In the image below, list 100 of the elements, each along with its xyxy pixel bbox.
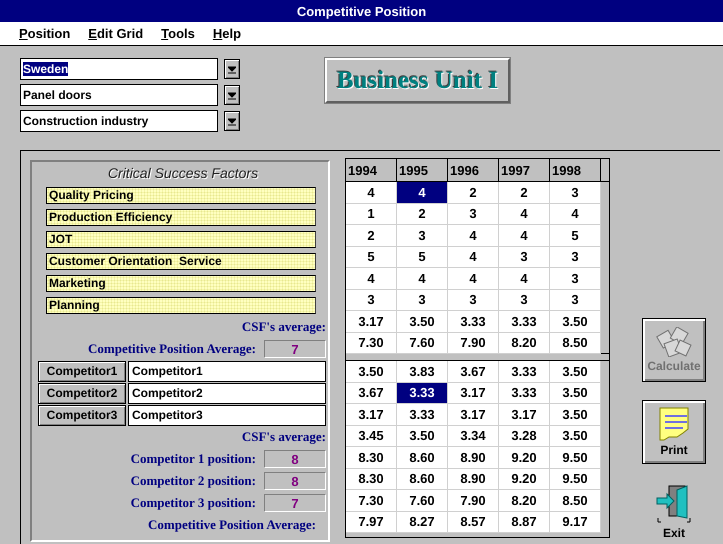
grid-cell[interactable]: 3.45 [346, 426, 397, 447]
grid-cell[interactable]: 3.17 [448, 404, 499, 426]
dropdown-button[interactable] [224, 111, 240, 131]
grid-cell[interactable]: 3 [499, 246, 550, 268]
grid-cell[interactable]: 7.30 [346, 490, 397, 512]
grid-cell[interactable]: 8.87 [499, 512, 550, 533]
grid-cell[interactable]: 9.20 [499, 468, 550, 490]
grid-cell[interactable]: 3 [448, 204, 499, 225]
competitor-button[interactable]: Competitor2 [38, 382, 126, 404]
grid-cell[interactable]: 3 [550, 182, 601, 204]
grid-cell[interactable]: 4 [346, 268, 397, 290]
grid-cell[interactable]: 3.17 [448, 382, 499, 404]
grid-cell[interactable]: 3.67 [346, 382, 397, 404]
grid-cell[interactable]: 7.60 [397, 332, 448, 354]
grid-cell[interactable]: 3.50 [550, 382, 601, 404]
grid-cell[interactable]: 3.50 [346, 361, 397, 382]
grid-cell[interactable]: 8.20 [499, 332, 550, 354]
grid-cell[interactable]: 4 [346, 182, 397, 204]
grid-cell[interactable]: 1 [346, 204, 397, 225]
grid-cell[interactable]: 3.33 [397, 404, 448, 426]
factor-field[interactable]: Customer Orientation Service [46, 252, 316, 270]
grid-cell[interactable]: 8.60 [397, 468, 448, 490]
grid-cell[interactable]: 5 [397, 246, 448, 268]
grid-cell[interactable]: 4 [448, 225, 499, 246]
print-button[interactable]: Print [642, 400, 706, 464]
factor-field[interactable]: Marketing [46, 274, 316, 292]
grid-cell[interactable]: 8.90 [448, 468, 499, 490]
competitor-field[interactable]: Competitor2 [128, 382, 326, 404]
grid-cell[interactable]: 3.33 [499, 382, 550, 404]
grid-cell[interactable]: 3.50 [397, 311, 448, 332]
grid-cell[interactable]: 3.17 [346, 311, 397, 332]
grid-cell[interactable]: 8.30 [346, 468, 397, 490]
competitor-field[interactable]: Competitor1 [128, 360, 326, 382]
grid-cell[interactable]: 4 [448, 268, 499, 290]
grid-cell[interactable]: 3.28 [499, 426, 550, 447]
grid-cell[interactable]: 4 [499, 225, 550, 246]
grid-cell[interactable]: 2 [448, 182, 499, 204]
grid-cell[interactable]: 3.50 [397, 426, 448, 447]
factor-field[interactable]: JOT [46, 230, 316, 248]
grid-cell[interactable]: 8.20 [499, 490, 550, 512]
exit-button[interactable]: Exit [642, 482, 706, 542]
competitor-field[interactable]: Competitor3 [128, 404, 326, 426]
dropdown-button[interactable] [224, 85, 240, 105]
grid-cell[interactable]: 3.33 [397, 382, 448, 404]
grid-cell[interactable]: 8.90 [448, 447, 499, 468]
grid-cell[interactable]: 2 [346, 225, 397, 246]
grid-cell[interactable]: 3.50 [550, 404, 601, 426]
grid-cell[interactable]: 7.90 [448, 490, 499, 512]
grid-cell[interactable]: 3 [448, 290, 499, 311]
grid-cell[interactable]: 3.17 [346, 404, 397, 426]
grid-cell[interactable]: 4 [397, 182, 448, 204]
grid-cell[interactable]: 9.50 [550, 447, 601, 468]
grid-cell[interactable]: 7.97 [346, 512, 397, 533]
grid-cell[interactable]: 4 [397, 268, 448, 290]
grid-cell[interactable]: 9.17 [550, 512, 601, 533]
grid-cell[interactable]: 5 [550, 225, 601, 246]
grid-cell[interactable]: 7.60 [397, 490, 448, 512]
factor-field[interactable]: Planning [46, 296, 316, 314]
grid-cell[interactable]: 2 [397, 204, 448, 225]
competitor-button[interactable]: Competitor1 [38, 360, 126, 382]
grid-cell[interactable]: 3.50 [550, 426, 601, 447]
grid-cell[interactable]: 3 [550, 290, 601, 311]
dropdown-field[interactable]: Sweden [20, 58, 218, 80]
grid-cell[interactable]: 8.50 [550, 490, 601, 512]
factor-field[interactable]: Quality Pricing [46, 186, 316, 204]
dropdown-button[interactable] [224, 59, 240, 79]
grid-cell[interactable]: 3 [397, 290, 448, 311]
dropdown-field[interactable]: Construction industry [20, 110, 218, 132]
grid-cell[interactable]: 4 [550, 204, 601, 225]
grid-cell[interactable]: 3 [550, 268, 601, 290]
grid-cell[interactable]: 8.30 [346, 447, 397, 468]
grid-cell[interactable]: 3.50 [550, 311, 601, 332]
grid-cell[interactable]: 8.60 [397, 447, 448, 468]
grid-cell[interactable]: 9.20 [499, 447, 550, 468]
grid-cell[interactable]: 3.34 [448, 426, 499, 447]
menu-item[interactable]: Tools [161, 26, 195, 41]
grid-cell[interactable]: 2 [499, 182, 550, 204]
grid-cell[interactable]: 3.17 [499, 404, 550, 426]
dropdown-field[interactable]: Panel doors [20, 84, 218, 106]
grid-cell[interactable]: 3.83 [397, 361, 448, 382]
factor-field[interactable]: Production Efficiency [46, 208, 316, 226]
grid-cell[interactable]: 3 [499, 290, 550, 311]
grid-cell[interactable]: 3.33 [448, 311, 499, 332]
grid-cell[interactable]: 7.30 [346, 332, 397, 354]
grid-cell[interactable]: 5 [346, 246, 397, 268]
grid-cell[interactable]: 4 [499, 204, 550, 225]
menu-item[interactable]: Edit Grid [88, 26, 144, 41]
menu-item[interactable]: Position [19, 26, 70, 41]
grid-cell[interactable]: 8.57 [448, 512, 499, 533]
competitor-button[interactable]: Competitor3 [38, 404, 126, 426]
grid-cell[interactable]: 3 [550, 246, 601, 268]
grid-cell[interactable]: 3.33 [499, 361, 550, 382]
grid-cell[interactable]: 7.90 [448, 332, 499, 354]
grid-cell[interactable]: 3.50 [550, 361, 601, 382]
grid-cell[interactable]: 8.27 [397, 512, 448, 533]
grid-cell[interactable]: 3 [397, 225, 448, 246]
grid-cell[interactable]: 3.67 [448, 361, 499, 382]
menu-item[interactable]: Help [212, 26, 242, 41]
grid-cell[interactable]: 3 [346, 290, 397, 311]
grid-cell[interactable]: 3.33 [499, 311, 550, 332]
